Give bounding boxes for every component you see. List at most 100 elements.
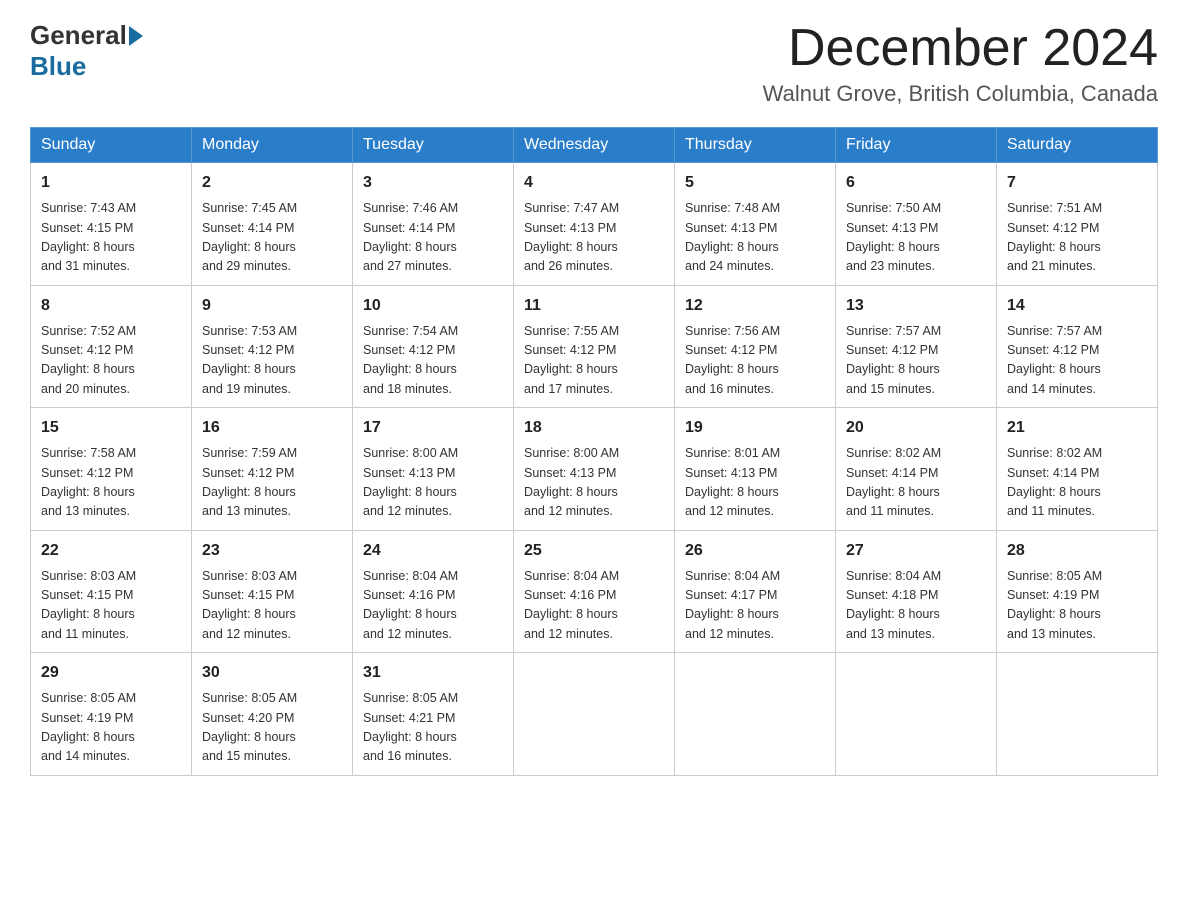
day-info: Sunrise: 8:04 AMSunset: 4:16 PMDaylight:… <box>524 567 664 645</box>
calendar-cell: 16 Sunrise: 7:59 AMSunset: 4:12 PMDayligh… <box>192 408 353 531</box>
logo: General Blue <box>30 20 145 82</box>
day-number: 28 <box>1007 539 1147 563</box>
calendar-cell: 30 Sunrise: 8:05 AMSunset: 4:20 PMDayligh… <box>192 653 353 776</box>
calendar-cell: 2 Sunrise: 7:45 AMSunset: 4:14 PMDaylight… <box>192 163 353 286</box>
day-info: Sunrise: 7:47 AMSunset: 4:13 PMDaylight:… <box>524 199 664 277</box>
day-info: Sunrise: 7:46 AMSunset: 4:14 PMDaylight:… <box>363 199 503 277</box>
calendar-cell: 10Sunrise: 7:54 AMSunset: 4:12 PMDayligh… <box>353 285 514 408</box>
day-info: Sunrise: 8:05 AMSunset: 4:19 PMDaylight:… <box>41 689 181 767</box>
day-number: 4 <box>524 171 664 195</box>
calendar-cell: 22 Sunrise: 8:03 AMSunset: 4:15 PMDayligh… <box>31 530 192 653</box>
day-info: Sunrise: 8:05 AMSunset: 4:20 PMDaylight:… <box>202 689 342 767</box>
day-info: Sunrise: 8:02 AMSunset: 4:14 PMDaylight:… <box>1007 444 1147 522</box>
page-header: General Blue December 2024 Walnut Grove,… <box>30 20 1158 107</box>
day-info: Sunrise: 7:57 AMSunset: 4:12 PMDaylight:… <box>1007 322 1147 400</box>
calendar-week-row: 22 Sunrise: 8:03 AMSunset: 4:15 PMDayligh… <box>31 530 1158 653</box>
day-info: Sunrise: 7:55 AMSunset: 4:12 PMDaylight:… <box>524 322 664 400</box>
header-tuesday: Tuesday <box>353 128 514 163</box>
calendar-cell: 29 Sunrise: 8:05 AMSunset: 4:19 PMDayligh… <box>31 653 192 776</box>
calendar-cell <box>997 653 1158 776</box>
calendar-cell: 1 Sunrise: 7:43 AMSunset: 4:15 PMDaylight… <box>31 163 192 286</box>
day-info: Sunrise: 7:43 AMSunset: 4:15 PMDaylight:… <box>41 199 181 277</box>
logo-general-text: General <box>30 20 127 51</box>
day-number: 23 <box>202 539 342 563</box>
day-info: Sunrise: 8:04 AMSunset: 4:18 PMDaylight:… <box>846 567 986 645</box>
header-friday: Friday <box>836 128 997 163</box>
logo-arrow-icon <box>129 26 143 46</box>
day-number: 1 <box>41 171 181 195</box>
day-info: Sunrise: 7:50 AMSunset: 4:13 PMDaylight:… <box>846 199 986 277</box>
day-info: Sunrise: 8:05 AMSunset: 4:19 PMDaylight:… <box>1007 567 1147 645</box>
calendar-cell: 13Sunrise: 7:57 AMSunset: 4:12 PMDayligh… <box>836 285 997 408</box>
day-info: Sunrise: 7:51 AMSunset: 4:12 PMDaylight:… <box>1007 199 1147 277</box>
day-number: 5 <box>685 171 825 195</box>
calendar-cell: 26 Sunrise: 8:04 AMSunset: 4:17 PMDayligh… <box>675 530 836 653</box>
day-info: Sunrise: 7:54 AMSunset: 4:12 PMDaylight:… <box>363 322 503 400</box>
calendar-cell: 23 Sunrise: 8:03 AMSunset: 4:15 PMDayligh… <box>192 530 353 653</box>
logo-blue-text: Blue <box>30 51 86 82</box>
day-info: Sunrise: 7:58 AMSunset: 4:12 PMDaylight:… <box>41 444 181 522</box>
calendar-cell: 27 Sunrise: 8:04 AMSunset: 4:18 PMDayligh… <box>836 530 997 653</box>
day-number: 19 <box>685 416 825 440</box>
day-number: 15 <box>41 416 181 440</box>
calendar-table: SundayMondayTuesdayWednesdayThursdayFrid… <box>30 127 1158 776</box>
day-number: 17 <box>363 416 503 440</box>
day-info: Sunrise: 7:45 AMSunset: 4:14 PMDaylight:… <box>202 199 342 277</box>
day-number: 6 <box>846 171 986 195</box>
day-info: Sunrise: 8:03 AMSunset: 4:15 PMDaylight:… <box>41 567 181 645</box>
day-info: Sunrise: 8:04 AMSunset: 4:17 PMDaylight:… <box>685 567 825 645</box>
calendar-cell: 8 Sunrise: 7:52 AMSunset: 4:12 PMDaylight… <box>31 285 192 408</box>
calendar-cell: 5 Sunrise: 7:48 AMSunset: 4:13 PMDaylight… <box>675 163 836 286</box>
day-number: 20 <box>846 416 986 440</box>
day-number: 8 <box>41 294 181 318</box>
calendar-cell: 17 Sunrise: 8:00 AMSunset: 4:13 PMDayligh… <box>353 408 514 531</box>
calendar-week-row: 29 Sunrise: 8:05 AMSunset: 4:19 PMDayligh… <box>31 653 1158 776</box>
calendar-cell: 14Sunrise: 7:57 AMSunset: 4:12 PMDayligh… <box>997 285 1158 408</box>
day-number: 12 <box>685 294 825 318</box>
calendar-cell: 19 Sunrise: 8:01 AMSunset: 4:13 PMDayligh… <box>675 408 836 531</box>
day-info: Sunrise: 7:57 AMSunset: 4:12 PMDaylight:… <box>846 322 986 400</box>
day-info: Sunrise: 8:02 AMSunset: 4:14 PMDaylight:… <box>846 444 986 522</box>
header-thursday: Thursday <box>675 128 836 163</box>
header-monday: Monday <box>192 128 353 163</box>
calendar-cell: 24 Sunrise: 8:04 AMSunset: 4:16 PMDayligh… <box>353 530 514 653</box>
day-number: 27 <box>846 539 986 563</box>
calendar-week-row: 8 Sunrise: 7:52 AMSunset: 4:12 PMDaylight… <box>31 285 1158 408</box>
day-number: 18 <box>524 416 664 440</box>
day-info: Sunrise: 8:00 AMSunset: 4:13 PMDaylight:… <box>524 444 664 522</box>
day-number: 25 <box>524 539 664 563</box>
calendar-cell: 3 Sunrise: 7:46 AMSunset: 4:14 PMDaylight… <box>353 163 514 286</box>
day-number: 24 <box>363 539 503 563</box>
day-number: 30 <box>202 661 342 685</box>
day-number: 3 <box>363 171 503 195</box>
calendar-cell: 6 Sunrise: 7:50 AMSunset: 4:13 PMDaylight… <box>836 163 997 286</box>
day-number: 16 <box>202 416 342 440</box>
day-info: Sunrise: 8:04 AMSunset: 4:16 PMDaylight:… <box>363 567 503 645</box>
calendar-header-row: SundayMondayTuesdayWednesdayThursdayFrid… <box>31 128 1158 163</box>
day-number: 31 <box>363 661 503 685</box>
calendar-cell: 21Sunrise: 8:02 AMSunset: 4:14 PMDayligh… <box>997 408 1158 531</box>
day-info: Sunrise: 8:01 AMSunset: 4:13 PMDaylight:… <box>685 444 825 522</box>
calendar-cell: 20 Sunrise: 8:02 AMSunset: 4:14 PMDayligh… <box>836 408 997 531</box>
day-number: 7 <box>1007 171 1147 195</box>
day-number: 22 <box>41 539 181 563</box>
calendar-cell <box>675 653 836 776</box>
month-title: December 2024 <box>763 20 1158 77</box>
day-info: Sunrise: 7:52 AMSunset: 4:12 PMDaylight:… <box>41 322 181 400</box>
calendar-cell: 11 Sunrise: 7:55 AMSunset: 4:12 PMDayligh… <box>514 285 675 408</box>
day-info: Sunrise: 8:00 AMSunset: 4:13 PMDaylight:… <box>363 444 503 522</box>
day-number: 26 <box>685 539 825 563</box>
calendar-cell: 7 Sunrise: 7:51 AMSunset: 4:12 PMDaylight… <box>997 163 1158 286</box>
calendar-cell <box>836 653 997 776</box>
day-info: Sunrise: 7:56 AMSunset: 4:12 PMDaylight:… <box>685 322 825 400</box>
day-number: 11 <box>524 294 664 318</box>
day-info: Sunrise: 8:03 AMSunset: 4:15 PMDaylight:… <box>202 567 342 645</box>
day-info: Sunrise: 7:59 AMSunset: 4:12 PMDaylight:… <box>202 444 342 522</box>
day-number: 29 <box>41 661 181 685</box>
day-info: Sunrise: 7:48 AMSunset: 4:13 PMDaylight:… <box>685 199 825 277</box>
calendar-cell: 15 Sunrise: 7:58 AMSunset: 4:12 PMDayligh… <box>31 408 192 531</box>
calendar-cell: 28 Sunrise: 8:05 AMSunset: 4:19 PMDayligh… <box>997 530 1158 653</box>
calendar-week-row: 15 Sunrise: 7:58 AMSunset: 4:12 PMDayligh… <box>31 408 1158 531</box>
day-number: 2 <box>202 171 342 195</box>
location-title: Walnut Grove, British Columbia, Canada <box>763 81 1158 107</box>
